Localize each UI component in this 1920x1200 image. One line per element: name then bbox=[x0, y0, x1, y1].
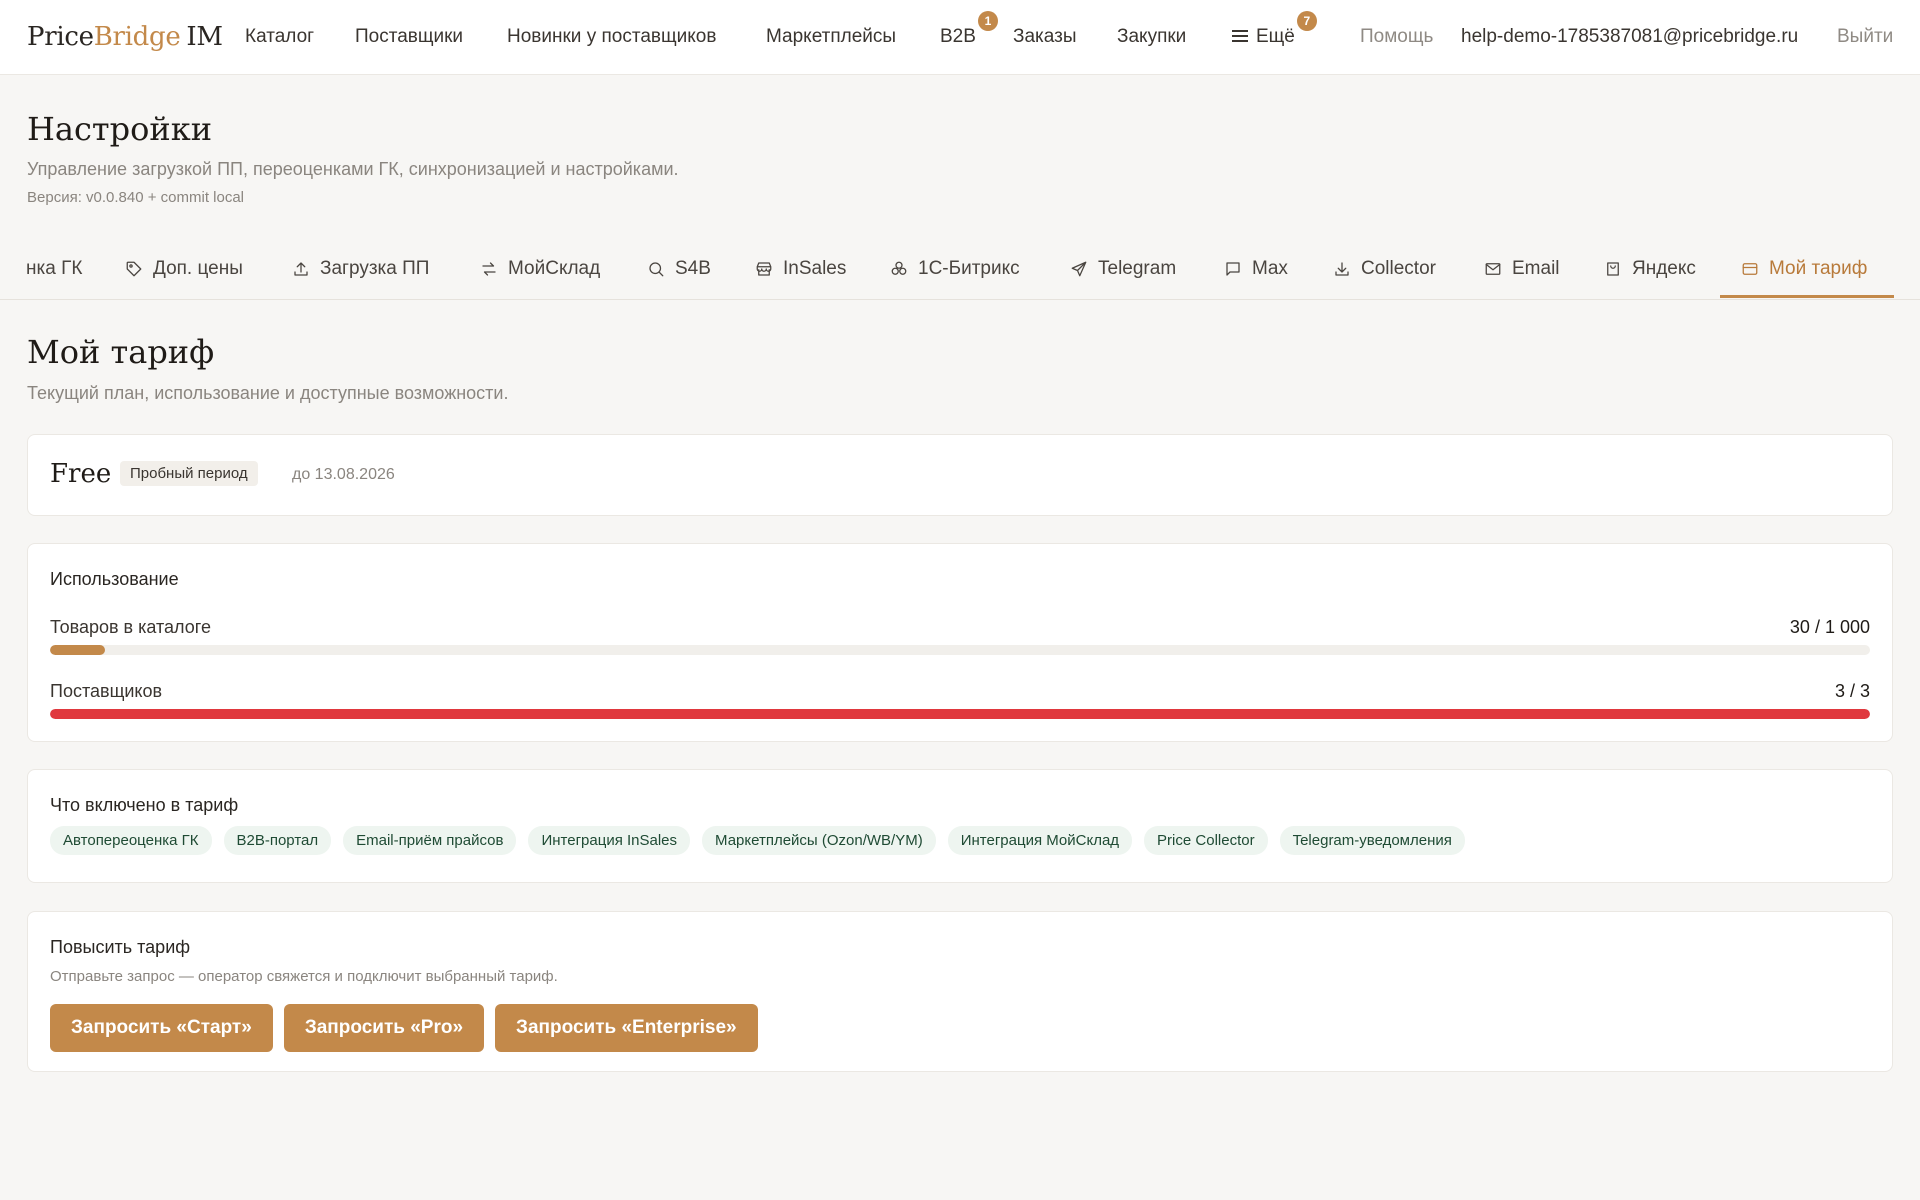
feature-chips: Автопереоценка ГК B2B-портал Email-приём… bbox=[50, 826, 1465, 855]
tab-max[interactable]: Max bbox=[1224, 238, 1288, 299]
page-subtitle: Управление загрузкой ПП, переоценками ГК… bbox=[27, 159, 679, 179]
trial-badge: Пробный период bbox=[120, 461, 258, 486]
section-title: Мой тариф bbox=[27, 333, 215, 371]
nav-item-purchases[interactable]: Закупки bbox=[1117, 26, 1186, 48]
tab-label: Email bbox=[1512, 258, 1560, 279]
usage-label-products: Товаров в каталоге bbox=[50, 617, 211, 637]
upload-icon bbox=[294, 262, 308, 276]
logo-text-price: Price bbox=[27, 22, 94, 52]
plan-name: Free bbox=[50, 459, 112, 489]
download-icon bbox=[1335, 262, 1349, 276]
nav-item-more-label: Ещё bbox=[1256, 26, 1295, 47]
tab-label: S4B bbox=[675, 258, 711, 279]
tab-extra-prices[interactable]: Доп. цены bbox=[125, 238, 243, 299]
feature-chip: Интеграция InSales bbox=[528, 826, 691, 855]
tab-label: Telegram bbox=[1098, 258, 1177, 279]
store-icon bbox=[756, 262, 772, 276]
plan-card: Free Пробный период до 13.08.2026 bbox=[27, 434, 1893, 516]
tab-label: Collector bbox=[1361, 258, 1436, 279]
tab-email[interactable]: Email bbox=[1484, 238, 1560, 299]
nav-item-marketplaces[interactable]: Маркетплейсы bbox=[766, 26, 896, 48]
tab-label: Max bbox=[1252, 258, 1288, 279]
included-card: Что включено в тариф Автопереоценка ГК B… bbox=[27, 769, 1893, 883]
tab-price-upload[interactable]: Загрузка ПП bbox=[292, 238, 430, 299]
active-tab-indicator bbox=[1720, 295, 1894, 298]
mail-icon bbox=[1485, 263, 1501, 275]
tab-telegram[interactable]: Telegram bbox=[1070, 238, 1177, 299]
usage-bar-fill bbox=[50, 709, 1870, 719]
tab-my-plan[interactable]: Мой тариф bbox=[1741, 238, 1868, 299]
nav-item-b2b[interactable]: B2B 1 bbox=[940, 11, 998, 48]
tab-label: Яндекс bbox=[1632, 258, 1696, 279]
cluster-icon bbox=[891, 261, 907, 275]
help-link[interactable]: Помощь bbox=[1360, 26, 1433, 48]
section-subtitle: Текущий план, использование и доступные … bbox=[27, 383, 509, 403]
usage-value-products: 30 / 1 000 bbox=[1789, 617, 1870, 637]
tab-moysklad[interactable]: МойСклад bbox=[480, 238, 601, 299]
tab-label: Мой тариф bbox=[1769, 258, 1868, 279]
feature-chip: Интеграция МойСклад bbox=[947, 826, 1133, 855]
upgrade-subtitle: Отправьте запрос — оператор свяжется и п… bbox=[50, 968, 558, 985]
tab-label: Доп. цены bbox=[153, 258, 243, 279]
logo-text-im: IM bbox=[186, 22, 223, 52]
tab-label: нка ГК bbox=[26, 258, 83, 279]
card-icon bbox=[1742, 263, 1758, 275]
feature-chip: Автопереоценка ГК bbox=[50, 826, 212, 855]
tab-insales[interactable]: InSales bbox=[755, 238, 847, 299]
settings-tabs: нка ГК Доп. цены Загрузка ПП МойСклад S4… bbox=[0, 238, 1920, 300]
tab-label: Загрузка ПП bbox=[320, 258, 430, 279]
bag-icon bbox=[1607, 262, 1619, 276]
tag-icon bbox=[126, 261, 142, 277]
included-title: Что включено в тариф bbox=[50, 795, 239, 815]
feature-chip: Маркетплейсы (Ozon/WB/YM) bbox=[702, 826, 936, 855]
nav-item-supplier-news[interactable]: Новинки у поставщиков bbox=[507, 26, 716, 48]
top-navbar: PriceBridge IM Каталог Поставщики Новинки… bbox=[0, 0, 1920, 75]
usage-title: Использование bbox=[50, 569, 179, 589]
app-logo[interactable]: PriceBridge IM bbox=[27, 22, 223, 52]
upgrade-buttons: Запросить «Старт» Запросить «Pro» Запрос… bbox=[50, 1004, 758, 1052]
tab-yandex[interactable]: Яндекс bbox=[1604, 238, 1696, 299]
send-icon bbox=[1071, 261, 1087, 277]
tab-label: InSales bbox=[783, 258, 847, 279]
user-email[interactable]: help-demo-1785387081@pricebridge.ru bbox=[1461, 26, 1798, 48]
upgrade-title: Повысить тариф bbox=[50, 937, 191, 957]
nav-item-orders[interactable]: Заказы bbox=[1013, 26, 1077, 48]
request-pro-button[interactable]: Запросить «Pro» bbox=[283, 1004, 485, 1052]
feature-chip: Price Collector bbox=[1144, 826, 1268, 855]
plan-expiry: до 13.08.2026 bbox=[292, 466, 395, 483]
request-start-button[interactable]: Запросить «Старт» bbox=[50, 1004, 273, 1052]
usage-bar-suppliers bbox=[50, 709, 1870, 719]
feature-chip: Email-приём прайсов bbox=[343, 826, 517, 855]
page-title: Настройки bbox=[27, 110, 213, 148]
feature-chip: B2B-портал bbox=[223, 826, 332, 855]
tab-label: 1С-Битрикс bbox=[918, 258, 1020, 279]
menu-icon bbox=[1232, 30, 1248, 42]
usage-label-suppliers: Поставщиков bbox=[50, 681, 163, 701]
logout-link[interactable]: Выйти bbox=[1837, 26, 1893, 48]
sync-icon bbox=[482, 262, 496, 276]
nav-item-b2b-label: B2B bbox=[940, 26, 976, 47]
search-icon bbox=[649, 262, 664, 277]
request-enterprise-button[interactable]: Запросить «Enterprise» bbox=[495, 1004, 758, 1052]
message-icon bbox=[1226, 262, 1240, 276]
usage-bar-fill bbox=[50, 645, 105, 655]
nav-item-catalog[interactable]: Каталог bbox=[245, 26, 314, 48]
tab-collector[interactable]: Collector bbox=[1333, 238, 1436, 299]
feature-chip: Telegram-уведомления bbox=[1279, 826, 1465, 855]
nav-item-more[interactable]: Ещё 7 bbox=[1232, 11, 1317, 48]
version-label: Версия: v0.0.840 + commit local bbox=[27, 189, 245, 206]
more-count-badge: 7 bbox=[1296, 11, 1317, 31]
usage-bar-products bbox=[50, 645, 1870, 655]
logo-text-bridge: Bridge bbox=[93, 22, 181, 52]
tab-label: МойСклад bbox=[508, 258, 601, 279]
tab-s4b[interactable]: S4B bbox=[647, 238, 711, 299]
nav-item-suppliers[interactable]: Поставщики bbox=[355, 26, 463, 48]
tab-repricing[interactable]: нка ГК bbox=[26, 238, 83, 299]
upgrade-card: Повысить тариф Отправьте запрос — операт… bbox=[27, 911, 1893, 1072]
usage-card: Использование Товаров в каталоге 30 / 1 … bbox=[27, 543, 1893, 742]
tab-bitrix[interactable]: 1С-Битрикс bbox=[890, 238, 1020, 299]
b2b-count-badge: 1 bbox=[977, 11, 998, 31]
usage-value-suppliers: 3 / 3 bbox=[1834, 681, 1870, 701]
